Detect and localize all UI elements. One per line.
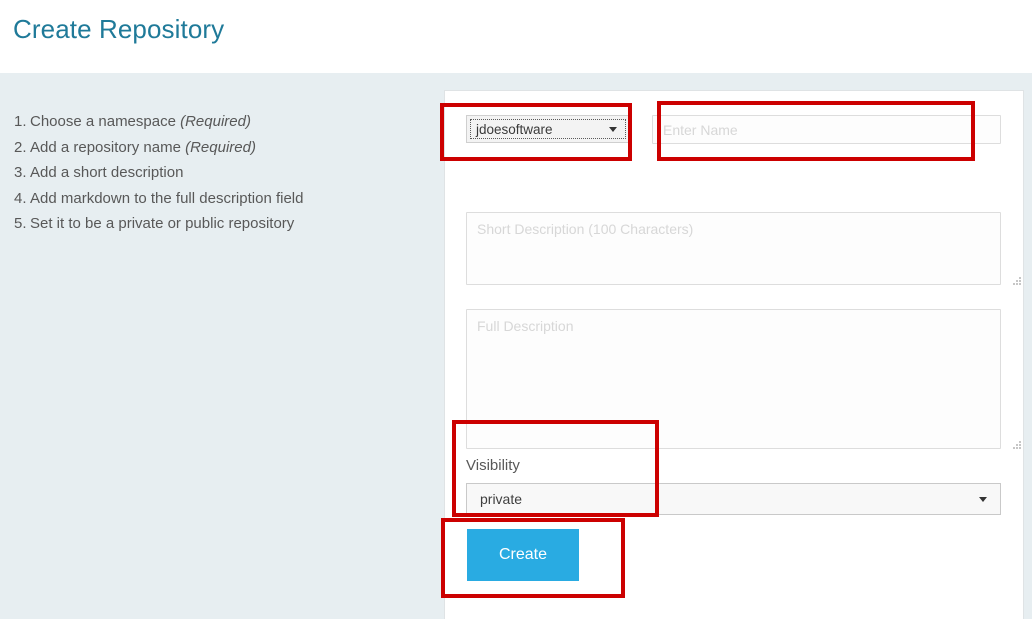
instruction-text: Set it to be a private or public reposit… (30, 215, 295, 232)
instruction-number: 5. (14, 215, 27, 232)
instruction-list: 1. Choose a namespace (Required) 2. Add a … (14, 109, 303, 237)
resize-handle-icon (1013, 441, 1022, 450)
instruction-text: Add a repository name (30, 138, 186, 156)
namespace-select-inner[interactable]: jdoesoftware (470, 119, 626, 139)
namespace-select-value: jdoesoftware (476, 121, 553, 137)
full-description-input[interactable] (466, 309, 1001, 449)
content-area: 1. Choose a namespace (Required) 2. Add a … (0, 73, 1032, 619)
instruction-item-3: 3. Add a short description (14, 160, 303, 186)
create-button[interactable]: Create (467, 529, 579, 581)
instruction-item-4: 4. Add markdown to the full description f… (14, 186, 303, 212)
namespace-select[interactable]: jdoesoftware (466, 115, 630, 143)
instruction-text: Choose a namespace (30, 113, 181, 130)
resize-handle-icon (1013, 277, 1022, 286)
visibility-label: Visibility (466, 457, 520, 474)
short-description-input[interactable] (466, 212, 1001, 285)
instruction-item-1: 1. Choose a namespace (Required) (14, 109, 303, 135)
instruction-number: 4. (14, 189, 27, 207)
instruction-item-2: 2. Add a repository name (Required) (14, 135, 303, 161)
instruction-number: 2. (14, 138, 27, 156)
instruction-required-tag: (Required) (180, 113, 251, 130)
chevron-down-icon (979, 496, 987, 502)
page-header: Create Repository (0, 0, 1032, 73)
instruction-text: Add a short description (30, 164, 184, 181)
instruction-text: Add markdown to the full description fie… (30, 189, 304, 207)
page-title: Create Repository (13, 14, 225, 44)
instruction-required-tag: (Required) (185, 138, 256, 156)
instruction-number: 1. (14, 113, 27, 130)
instructions-panel: 1. Choose a namespace (Required) 2. Add a … (0, 73, 444, 619)
chevron-down-icon (609, 126, 617, 132)
repository-name-input[interactable] (652, 115, 1001, 144)
instruction-item-5: 5. Set it to be a private or public repos… (14, 211, 303, 237)
visibility-select-value: private (480, 491, 523, 507)
create-repository-form-panel: jdoesoftware Visibility private Create (444, 90, 1024, 619)
instruction-number: 3. (14, 164, 27, 181)
visibility-select[interactable]: private (466, 483, 1001, 515)
